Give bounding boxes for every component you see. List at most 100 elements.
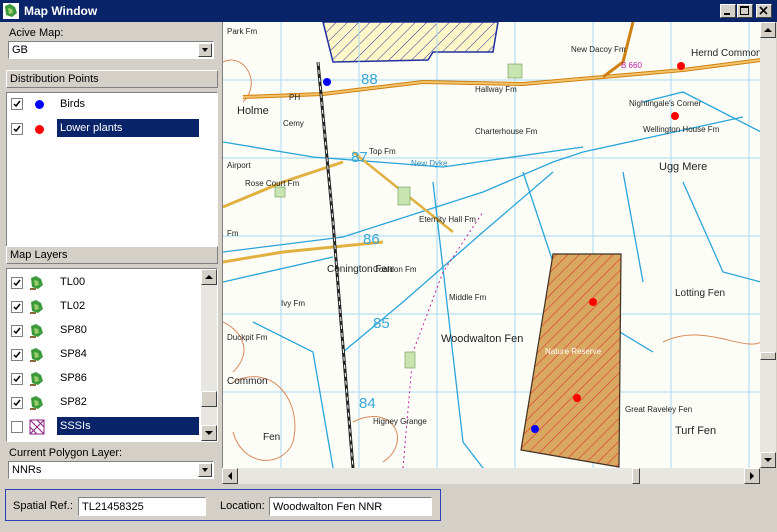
raster-map-icon <box>29 371 45 387</box>
place-coaldon-fm: Coaldon Fm <box>373 265 417 274</box>
bird-record-point[interactable] <box>531 425 539 433</box>
place-hernd-common: Hernd Common <box>691 48 761 59</box>
arrow-up-icon <box>205 275 213 279</box>
place-fen: Fen <box>263 432 280 443</box>
polygon-layer-value: NNRs <box>12 464 42 476</box>
active-map-label: Acive Map: <box>9 27 64 39</box>
active-map-dropdown-button[interactable] <box>198 43 212 57</box>
raster-map-icon <box>29 347 45 363</box>
layer-label-tl02: TL02 <box>60 300 86 312</box>
layer-checkbox-tl00[interactable] <box>11 277 23 289</box>
polygon-layer-label: Current Polygon Layer: <box>9 447 123 459</box>
spatial-ref-field[interactable] <box>78 497 206 516</box>
map-scroll-down-button[interactable] <box>760 452 776 468</box>
birds-point-icon <box>35 100 44 109</box>
plant-record-point[interactable] <box>573 394 581 402</box>
place-higney-grange: Higney Grange <box>373 417 427 426</box>
scroll-thumb[interactable] <box>201 391 217 407</box>
checkmark-icon <box>13 279 21 287</box>
layer-checkbox-sp80[interactable] <box>11 325 23 337</box>
arrow-left-icon <box>228 472 232 480</box>
status-panel: Spatial Ref.: Location: <box>5 489 441 521</box>
place-common: Common <box>227 376 268 387</box>
location-field[interactable] <box>269 497 432 516</box>
place-charterhouse-fm: Charterhouse Fm <box>475 127 538 136</box>
minimize-button[interactable] <box>720 4 736 18</box>
grid-number-88: 88 <box>361 71 378 88</box>
lower-plants-label: Lower plants <box>57 119 199 137</box>
checkmark-icon <box>13 125 21 133</box>
raster-map-icon <box>29 299 45 315</box>
arrow-right-icon <box>750 472 754 480</box>
layer-checkbox-sp82[interactable] <box>11 397 23 409</box>
chevron-down-icon <box>202 48 208 52</box>
close-button[interactable] <box>756 4 772 18</box>
layer-panel: Acive Map: GB Distribution Points Birds … <box>0 22 222 490</box>
place-lotting-fen: Lotting Fen <box>675 288 725 299</box>
checkmark-icon <box>13 100 21 108</box>
place-ph: PH <box>289 93 300 102</box>
layer-label-sp84: SP84 <box>60 348 87 360</box>
place-new-dyke: New Dyke <box>411 159 448 168</box>
plant-record-point[interactable] <box>671 112 679 120</box>
arrow-down-icon <box>764 458 772 462</box>
place-ugg-mere: Ugg Mere <box>659 161 707 173</box>
map-app-icon <box>3 3 19 19</box>
scroll-up-button[interactable] <box>201 269 217 285</box>
active-map-select[interactable]: GB <box>8 41 214 59</box>
map-scroll-up-button[interactable] <box>760 22 776 38</box>
location-label: Location: <box>220 500 265 512</box>
place-great-raveley-fen: Great Raveley Fen <box>625 405 692 414</box>
place-fm: Fm <box>227 229 239 238</box>
map-scroll-right-button[interactable] <box>744 468 760 484</box>
map-layers-header: Map Layers <box>6 246 218 264</box>
arrow-up-icon <box>764 28 772 32</box>
polygon-layer-select[interactable]: NNRs <box>8 461 214 479</box>
place-woodwalton-fen: Woodwalton Fen <box>441 333 523 345</box>
layer-label-sssis: SSSIs <box>57 417 199 435</box>
layer-label-sp80: SP80 <box>60 324 87 336</box>
scroll-down-button[interactable] <box>201 425 217 441</box>
maximize-button[interactable] <box>737 4 753 18</box>
grid-number-85: 85 <box>373 315 390 332</box>
polygon-layer-dropdown-button[interactable] <box>198 463 212 477</box>
title-bar: Map Window <box>0 0 777 22</box>
distribution-points-header: Distribution Points <box>6 70 218 88</box>
map-canvas[interactable]: 88 87 86 85 84 Park Fm Holme Cemy PH Air… <box>222 22 761 468</box>
checkmark-icon <box>13 375 21 383</box>
minimize-icon <box>724 13 730 15</box>
place-nightingales-corner: Nightingale's Corner <box>629 99 702 108</box>
raster-map-icon <box>29 275 45 291</box>
place-turf-fen: Turf Fen <box>675 425 716 437</box>
map-layers-list: TL00 TL02 SP80 SP84 SP86 SP82 SSSIs <box>6 268 218 442</box>
map-vertical-scrollbar[interactable] <box>760 22 776 468</box>
place-top-fm: Top Fm <box>369 147 396 156</box>
map-scroll-left-button[interactable] <box>222 468 238 484</box>
checkmark-icon <box>13 327 21 335</box>
layer-checkbox-sssis[interactable] <box>11 421 23 433</box>
plant-record-point[interactable] <box>677 62 685 70</box>
birds-label: Birds <box>60 98 86 110</box>
place-new-dacoy-fm: New Dacoy Fm <box>571 45 626 54</box>
close-icon <box>759 6 768 15</box>
checkmark-icon <box>13 303 21 311</box>
place-rose-court-fm: Rose Court Fm <box>245 179 300 188</box>
map-horizontal-scrollbar[interactable] <box>222 468 760 484</box>
place-nature-reserve: Nature Reserve <box>545 347 602 356</box>
birds-checkbox[interactable] <box>11 98 23 110</box>
layer-checkbox-tl02[interactable] <box>11 301 23 313</box>
plant-record-point[interactable] <box>589 298 597 306</box>
layer-checkbox-sp86[interactable] <box>11 373 23 385</box>
map-layers-scrollbar[interactable] <box>201 269 217 441</box>
lower-plants-checkbox[interactable] <box>11 123 23 135</box>
layer-label-sp82: SP82 <box>60 396 87 408</box>
layer-checkbox-sp84[interactable] <box>11 349 23 361</box>
map-vscroll-thumb[interactable] <box>760 352 776 360</box>
raster-map-icon <box>29 323 45 339</box>
polygon-layer-icon <box>29 419 45 435</box>
checkmark-icon <box>13 351 21 359</box>
place-middle-fm: Middle Fm <box>449 293 487 302</box>
grid-number-87: 87 <box>351 149 368 166</box>
bird-record-point[interactable] <box>323 78 331 86</box>
map-hscroll-thumb[interactable] <box>632 468 640 484</box>
